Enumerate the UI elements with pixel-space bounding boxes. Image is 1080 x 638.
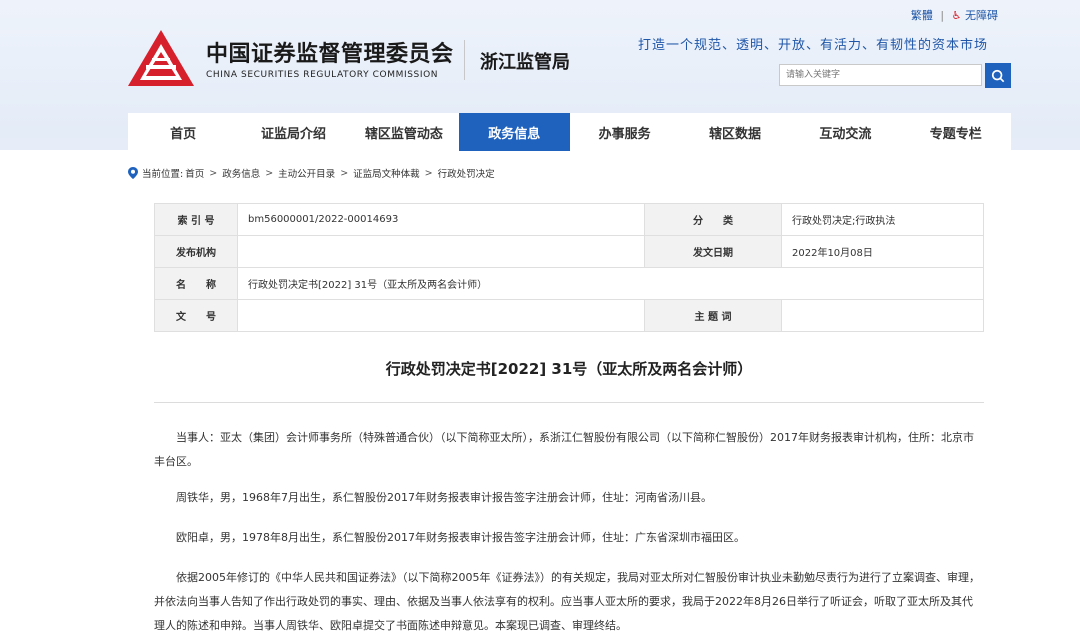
brand-divider — [464, 40, 465, 80]
breadcrumb-doc-types[interactable]: 证监局文种体裁 — [353, 166, 420, 180]
brand-name-en: CHINA SECURITIES REGULATORY COMMISSION — [206, 70, 439, 80]
search-icon — [991, 69, 1005, 82]
accessibility-icon: ♿ — [951, 9, 962, 22]
title-divider — [154, 402, 984, 403]
breadcrumb-government-info[interactable]: 政务信息 — [222, 166, 260, 180]
breadcrumb-public-catalog[interactable]: 主动公开目录 — [278, 166, 335, 180]
table-row: 发布机构 发文日期 2022年10月08日 — [154, 235, 984, 268]
paragraph-party: 当事人：亚太（集团）会计师事务所（特殊普通合伙）（以下简称亚太所），系浙江仁智股… — [154, 431, 974, 468]
nav-regulatory-news[interactable]: 辖区监管动态 — [349, 113, 459, 151]
paragraph-zhou: 周铁华，男，1968年7月出生，系仁智股份2017年财务报表审计报告签字注册会计… — [176, 491, 712, 504]
breadcrumb-separator: > — [424, 167, 433, 179]
csrc-logo — [128, 30, 194, 86]
paragraph-ouyang: 欧阳卓，男，1978年8月出生，系仁智股份2017年财务报表审计报告签字注册会计… — [176, 531, 745, 544]
breadcrumb: 当前位置: 首页 > 政务信息 > 主动公开目录 > 证监局文种体裁 > 行政处… — [128, 166, 497, 180]
nav-home[interactable]: 首页 — [128, 113, 238, 151]
bureau-name: 浙江监管局 — [480, 52, 570, 73]
name-value: 行政处罚决定书[2022] 31号（亚太所及两名会计师） — [237, 267, 984, 300]
paragraph-procedure: 依据2005年修订的《中华人民共和国证券法》（以下简称2005年《证券法》）的有… — [154, 571, 980, 632]
main-nav: 首页 证监局介绍 辖区监管动态 政务信息 办事服务 辖区数据 互动交流 专题专栏 — [128, 113, 1011, 151]
index-no-value: bm56000001/2022-00014693 — [237, 203, 645, 236]
category-value: 行政处罚决定;行政执法 — [781, 203, 984, 236]
document-metadata-table: 索 引 号 bm56000001/2022-00014693 分 类 行政处罚决… — [154, 203, 984, 332]
docno-value — [237, 299, 645, 332]
breadcrumb-separator: > — [265, 167, 274, 179]
breadcrumb-separator: > — [340, 167, 349, 179]
nav-government-info[interactable]: 政务信息 — [459, 113, 570, 151]
name-label: 名 称 — [154, 267, 238, 300]
date-label: 发文日期 — [644, 235, 782, 268]
search-input[interactable] — [779, 64, 982, 86]
nav-services[interactable]: 办事服务 — [570, 113, 680, 151]
issuer-value — [237, 235, 645, 268]
issuer-label: 发布机构 — [154, 235, 238, 268]
nav-interaction[interactable]: 互动交流 — [790, 113, 900, 151]
table-row: 名 称 行政处罚决定书[2022] 31号（亚太所及两名会计师） — [154, 267, 984, 300]
accessibility-link[interactable]: 无障碍 — [965, 7, 998, 23]
index-no-label: 索 引 号 — [154, 203, 238, 236]
breadcrumb-prefix: 当前位置: — [142, 169, 184, 180]
category-label: 分 类 — [644, 203, 782, 236]
breadcrumb-penalty-decisions[interactable]: 行政处罚决定 — [438, 166, 495, 180]
breadcrumb-home[interactable]: 首页 — [185, 166, 204, 180]
docno-label: 文 号 — [154, 299, 238, 332]
location-pin-icon — [128, 167, 138, 179]
search-button[interactable] — [985, 63, 1011, 88]
date-value: 2022年10月08日 — [781, 235, 984, 268]
breadcrumb-separator: > — [209, 167, 218, 179]
table-row: 文 号 主 题 词 — [154, 299, 984, 332]
brand-name-cn: 中国证券监督管理委员会 — [206, 42, 454, 67]
top-links: 繁體 | ♿ 无障碍 — [911, 7, 998, 23]
top-links-separator: | — [940, 9, 945, 22]
nav-bureau-intro[interactable]: 证监局介绍 — [238, 113, 348, 151]
document-title: 行政处罚决定书[2022] 31号（亚太所及两名会计师） — [385, 360, 753, 378]
traditional-chinese-link[interactable]: 繁體 — [911, 7, 933, 23]
nav-topics[interactable]: 专题专栏 — [901, 113, 1011, 151]
keywords-label: 主 题 词 — [644, 299, 782, 332]
keywords-value — [781, 299, 984, 332]
table-row: 索 引 号 bm56000001/2022-00014693 分 类 行政处罚决… — [154, 203, 984, 236]
slogan: 打造一个规范、透明、开放、有活力、有韧性的资本市场 — [638, 38, 989, 53]
nav-region-data[interactable]: 辖区数据 — [680, 113, 790, 151]
